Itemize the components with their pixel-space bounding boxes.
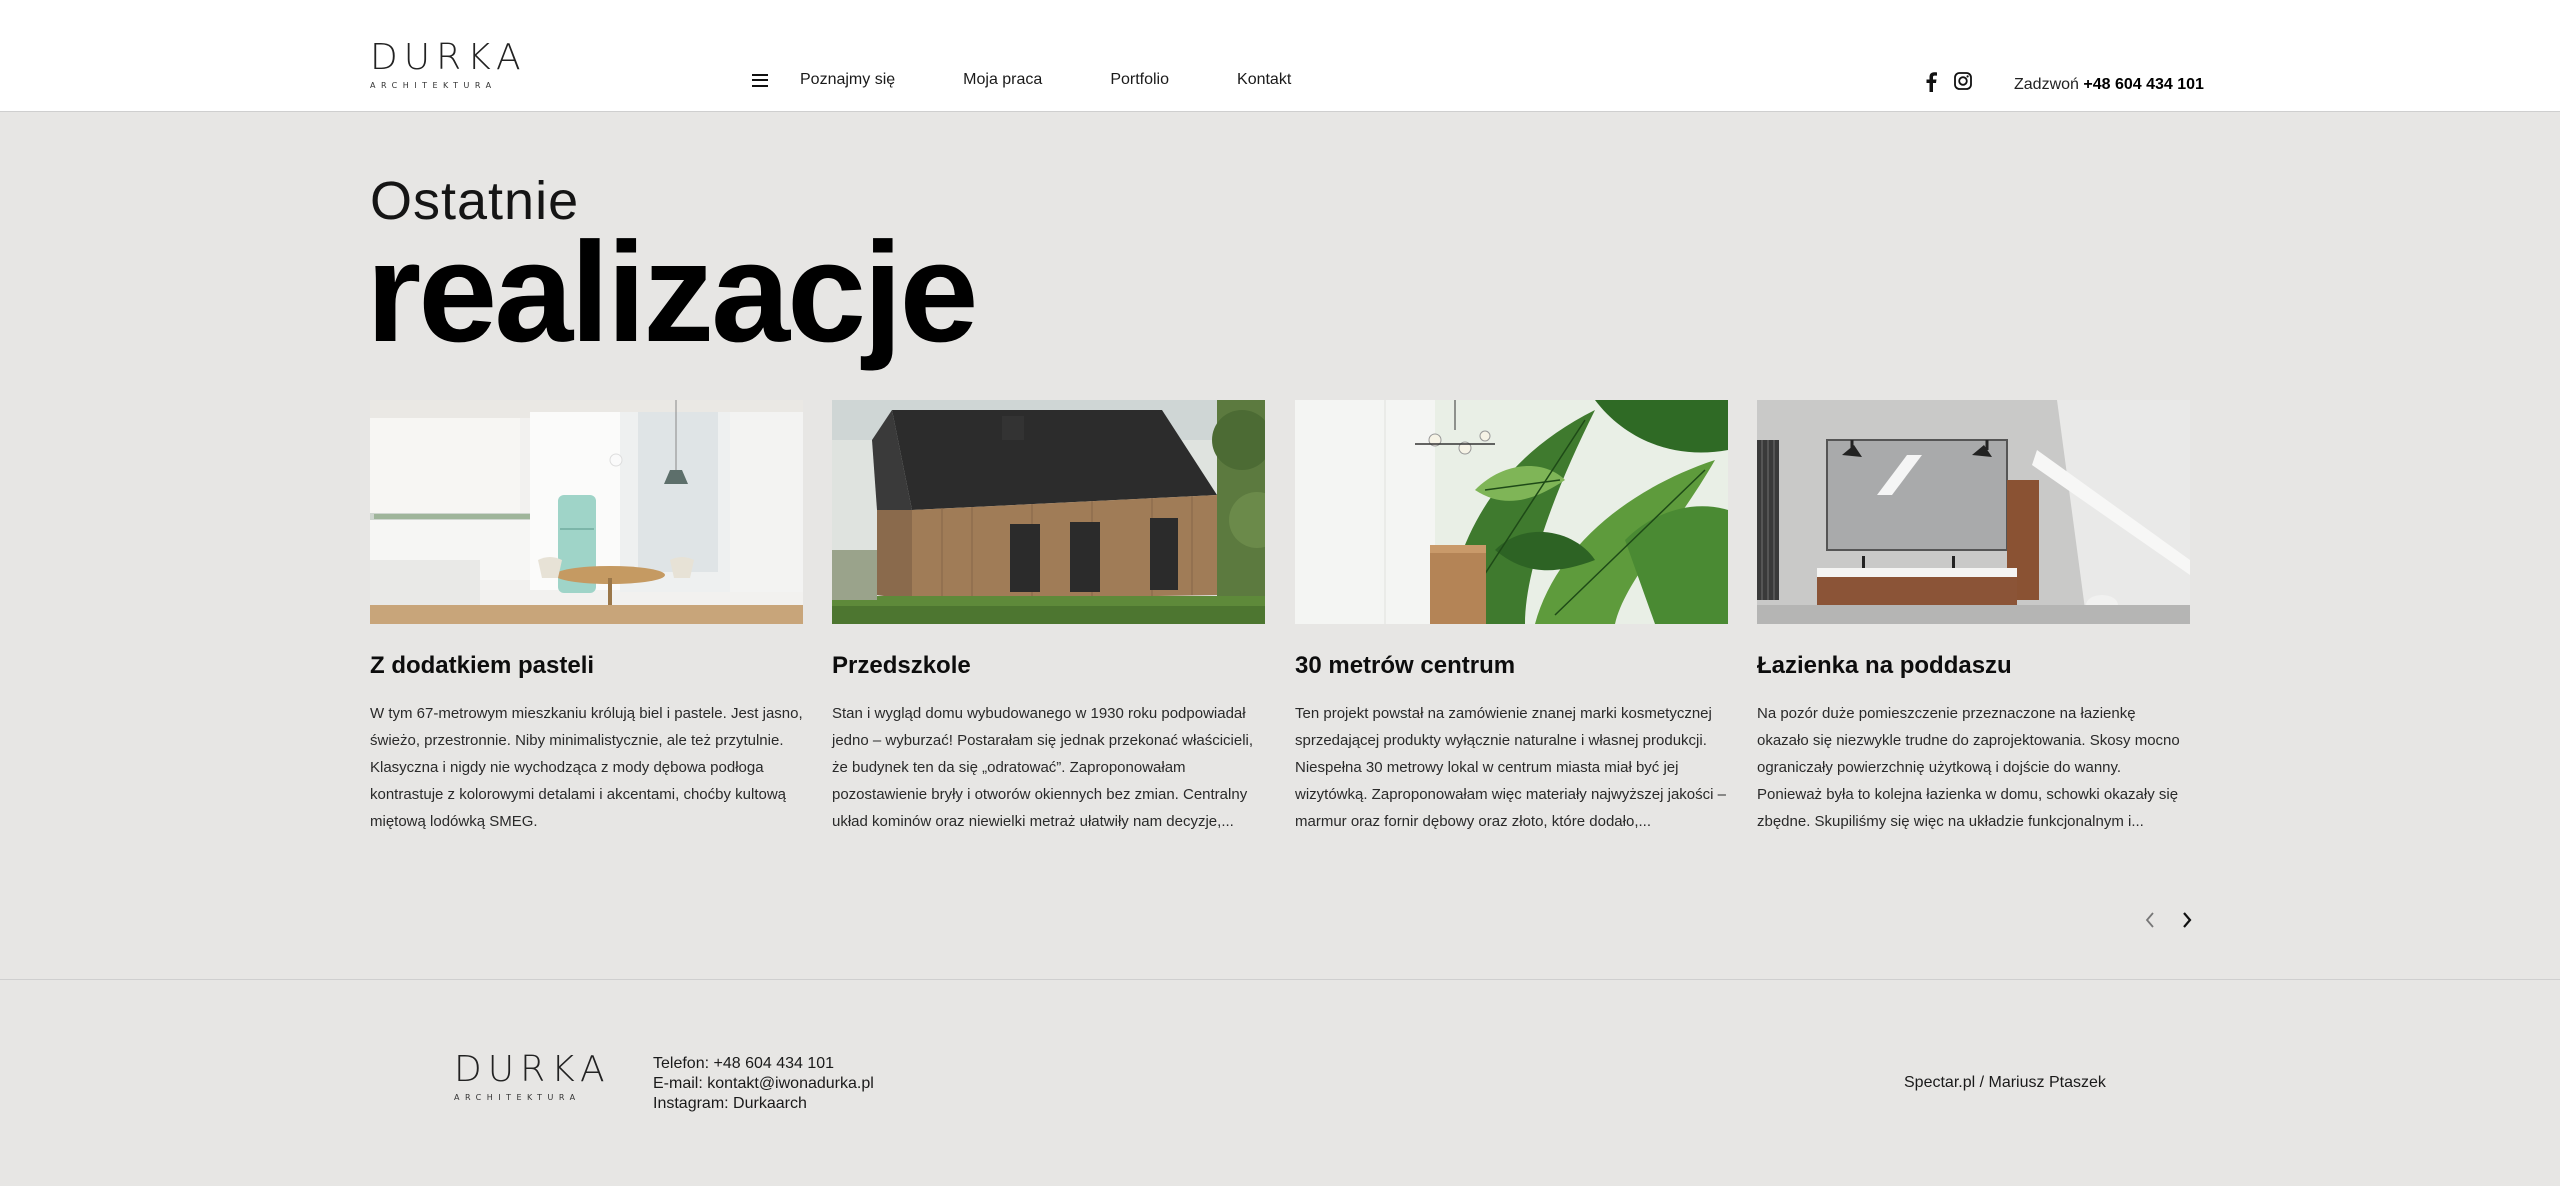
project-description: Ten projekt powstał na zamówienie znanej… <box>1295 705 1726 830</box>
project-card[interactable]: Przedszkole Stan i wygląd domu wybudowan… <box>832 400 1265 835</box>
project-description: W tym 67-metrowym mieszkaniu królują bie… <box>370 705 803 830</box>
footer-divider <box>0 979 2560 980</box>
wooden-house-photo[interactable] <box>832 400 1265 624</box>
facebook-icon[interactable] <box>1926 72 1937 92</box>
green-leaves-wall-photo[interactable] <box>1295 400 1728 624</box>
chevron-left-icon[interactable] <box>2138 908 2162 932</box>
footer-logo[interactable]: DURKA ARCHITEKTURA <box>454 1052 611 1102</box>
project-card[interactable]: Łazienka na poddaszu Na pozór duże pomie… <box>1757 400 2190 835</box>
project-card[interactable]: Z dodatkiem pasteli W tym 67-metrowym mi… <box>370 400 803 835</box>
footer-credits[interactable]: Spectar.pl / Mariusz Ptaszek <box>1904 1074 2106 1092</box>
attic-bathroom-render[interactable] <box>1757 400 2190 624</box>
project-card[interactable]: 30 metrów centrum Ten projekt powstał na… <box>1295 400 1728 835</box>
footer-phone[interactable]: Telefon: +48 604 434 101 <box>653 1054 874 1074</box>
kitchen-interior-photo[interactable] <box>370 400 803 624</box>
nav-item-poznajmy-sie[interactable]: Poznajmy się <box>800 70 895 90</box>
slider-controls <box>2138 908 2199 932</box>
main-nav: Poznajmy się Moja praca Portfolio Kontak… <box>752 70 1291 90</box>
nav-item-moja-praca[interactable]: Moja praca <box>963 70 1042 90</box>
project-title[interactable]: 30 metrów centrum <box>1295 652 1728 680</box>
logo[interactable]: DURKA ARCHITEKTURA <box>370 40 527 90</box>
phone-number: +48 604 434 101 <box>2083 76 2204 93</box>
project-title[interactable]: Przedszkole <box>832 652 1265 680</box>
footer-contact: Telefon: +48 604 434 101 E-mail: kontakt… <box>653 1054 874 1114</box>
section-title-big: realizacje <box>366 213 978 372</box>
phone-link[interactable]: Zadzwoń +48 604 434 101 <box>2014 76 2204 94</box>
nav-item-kontakt[interactable]: Kontakt <box>1237 70 1291 90</box>
instagram-icon[interactable] <box>1954 72 1972 90</box>
project-description: Na pozór duże pomieszczenie przeznaczone… <box>1757 705 2180 830</box>
nav-item-portfolio[interactable]: Portfolio <box>1110 70 1169 90</box>
logo-subtitle: ARCHITEKTURA <box>370 81 497 90</box>
logo-wordmark: DURKA <box>454 1049 611 1090</box>
project-title[interactable]: Z dodatkiem pasteli <box>370 652 803 680</box>
logo-wordmark: DURKA <box>370 37 527 78</box>
chevron-right-icon[interactable] <box>2175 908 2199 932</box>
footer-instagram[interactable]: Instagram: Durkaarch <box>653 1094 874 1114</box>
project-description: Stan i wygląd domu wybudowanego w 1930 r… <box>832 705 1254 830</box>
phone-prefix: Zadzwoń <box>2014 76 2079 93</box>
site-header: DURKA ARCHITEKTURA Poznajmy się Moja pra… <box>0 0 2560 112</box>
hamburger-icon[interactable] <box>752 73 768 87</box>
footer-email[interactable]: E-mail: kontakt@iwonadurka.pl <box>653 1074 874 1094</box>
project-title[interactable]: Łazienka na poddaszu <box>1757 652 2190 680</box>
logo-subtitle: ARCHITEKTURA <box>454 1093 581 1102</box>
